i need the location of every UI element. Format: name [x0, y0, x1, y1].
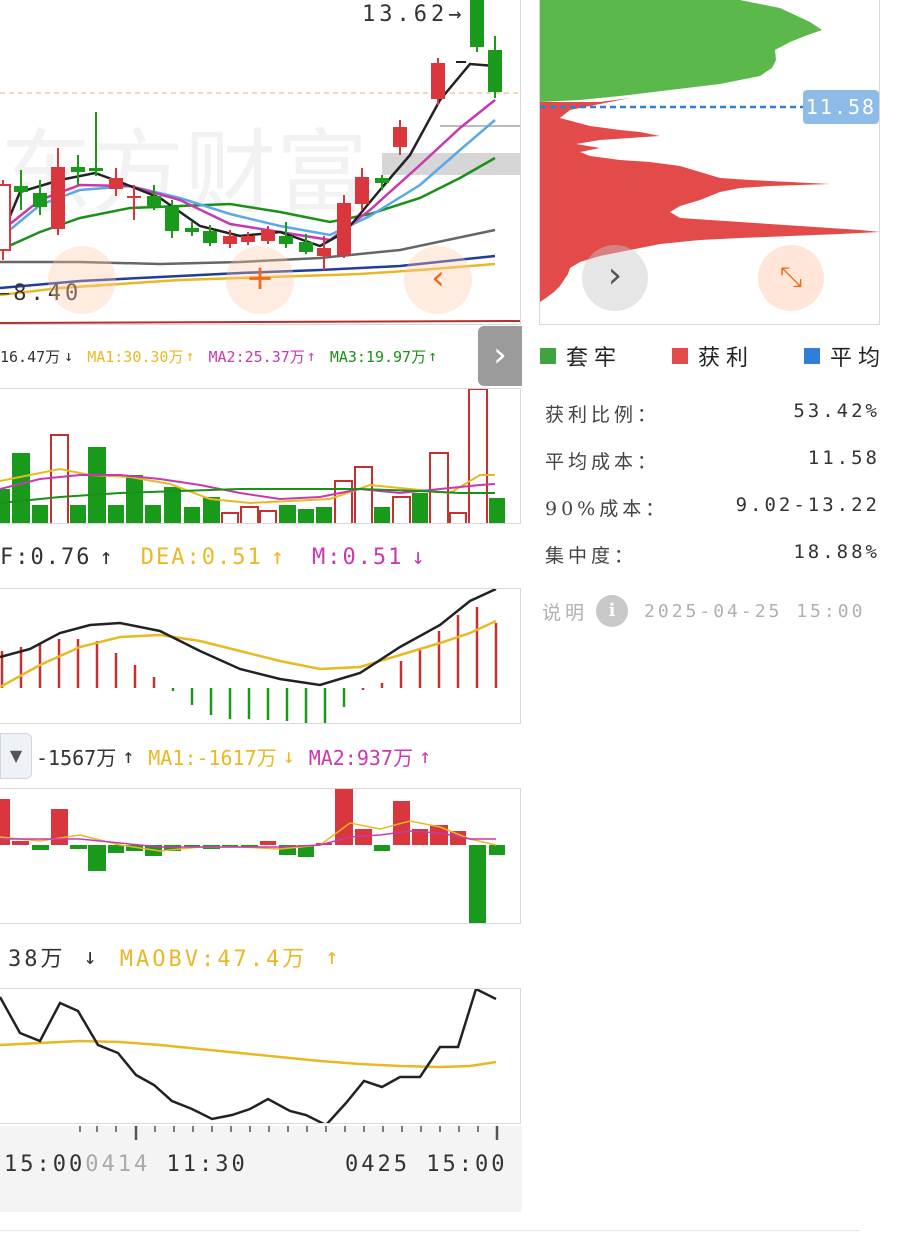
vol-ma2: MA2:25.37万 — [208, 347, 305, 366]
chip-legend: 套牢 获利 平均 — [540, 340, 886, 372]
chevron-left-icon: ‹ — [431, 258, 445, 298]
price-chart[interactable]: 东方财富 13.62→ 8.40 + ‹ — [0, 0, 521, 325]
expand-panel-button[interactable]: › — [478, 326, 522, 386]
vol-value: 16.47万 — [0, 347, 61, 366]
axis-left-time: 15:00 — [4, 1152, 86, 1177]
chip-next-button[interactable]: › — [582, 245, 648, 311]
stat-90-cost: 90%成本： 9.02-13.22 — [545, 494, 880, 520]
maobv-line — [0, 1039, 497, 1069]
fund-main: -1567万 — [36, 745, 117, 770]
macd-bars — [0, 607, 498, 723]
average-swatch — [804, 348, 821, 364]
trapped-profile — [540, 0, 822, 102]
stat-concentration: 集中度： 18.88% — [545, 541, 880, 567]
chip-note-row[interactable]: 说明 i 2025-04-25 15:00 — [542, 595, 882, 627]
macd-dif-line — [0, 589, 497, 687]
obv-chart[interactable] — [0, 988, 521, 1124]
chevron-right-icon: › — [493, 335, 507, 375]
note-label: 说明 — [542, 601, 589, 624]
time-axis: 15:000414 11:30 0425 15:00 — [0, 1126, 522, 1212]
fund-ma1: MA1:-1617万 — [148, 745, 277, 770]
obv-line — [0, 989, 497, 1123]
fund-ma2: MA2:937万 — [308, 745, 413, 770]
caret-down-icon: ▼ — [9, 746, 23, 765]
chip-timestamp: 2025-04-25 15:00 — [644, 600, 866, 622]
macd-dea: DEA:0.51 — [140, 544, 263, 570]
axis-mid-date: 0414 — [85, 1152, 151, 1177]
macd-header[interactable]: F:0.76 ↑ DEA:0.51 ↑ M:0.51 ↓ — [0, 540, 441, 574]
macd-m: M:0.51 — [311, 544, 404, 570]
axis-mid-time: 11:30 — [166, 1152, 248, 1177]
vol-ma3: MA3:19.97万 — [329, 347, 427, 366]
legend-profit: 获利 — [672, 340, 754, 372]
legend-trapped: 套牢 — [540, 340, 622, 372]
profit-swatch — [672, 348, 689, 364]
scroll-left-button[interactable]: ‹ — [404, 246, 472, 314]
maobv-value: MAOBV:47.4万 — [119, 947, 308, 972]
zoom-out-button[interactable] — [48, 246, 116, 314]
fund-bars — [0, 789, 505, 923]
chip-distribution-chart[interactable]: 11.58 › ⤡ — [539, 0, 880, 325]
obv-value: 38万 — [8, 947, 66, 972]
fund-header[interactable]: -1567万 ↑ MA1:-1617万 ↓ MA2:937万 ↑ — [36, 739, 445, 773]
stat-profit-ratio: 获利比例： 53.42% — [545, 400, 880, 426]
axis-right-time: 15:00 — [426, 1152, 508, 1177]
volume-chart[interactable] — [0, 388, 521, 524]
bottom-divider — [0, 1230, 860, 1231]
avg-cost-tag: 11.58 — [803, 90, 879, 124]
macd-dea-line — [0, 619, 497, 689]
high-price-label: 13.62→ — [362, 2, 466, 27]
trapped-swatch — [540, 348, 556, 364]
chip-fullscreen-button[interactable]: ⤡ — [758, 245, 824, 311]
stat-avg-cost: 平均成本： 11.58 — [545, 447, 880, 473]
obv-header[interactable]: 38万 ↓ MAOBV:47.4万 ↑ — [8, 940, 355, 974]
macd-dif: F:0.76 — [0, 544, 92, 570]
info-icon[interactable]: i — [596, 595, 629, 627]
macd-chart[interactable] — [0, 588, 521, 724]
legend-average: 平均 — [804, 340, 886, 372]
axis-right-date: 0425 — [345, 1152, 410, 1177]
plus-icon: + — [245, 258, 275, 298]
zoom-in-button[interactable]: + — [226, 246, 294, 314]
chevron-right-icon: › — [607, 255, 623, 296]
indicator-dropdown[interactable]: ▼ — [0, 733, 32, 779]
expand-icon: ⤡ — [779, 260, 803, 293]
fund-flow-chart[interactable] — [0, 788, 521, 924]
vol-ma1: MA1:30.30万 — [87, 347, 184, 366]
volume-header[interactable]: 16.47万 ↓ MA1:30.30万 ↑ MA2:25.37万 ↑ MA3:1… — [0, 339, 475, 373]
